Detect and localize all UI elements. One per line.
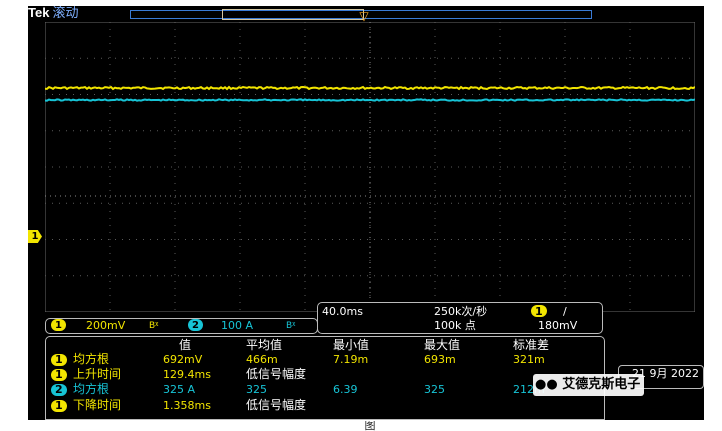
ch1-ground-marker-icon[interactable]: 1 xyxy=(28,230,42,243)
row1-std: 321m xyxy=(513,353,545,366)
ch1-waveform xyxy=(45,85,695,91)
row3-value: 325 A xyxy=(163,383,196,396)
sample-rate: 250k次/秒 xyxy=(434,305,488,318)
row1-min: 7.19m xyxy=(333,353,369,366)
status-bar: Tek 滚动 xyxy=(28,6,78,20)
ch2-scale: 100 A xyxy=(221,319,254,332)
row4-name: 下降时间 xyxy=(73,398,122,412)
row4-channel-badge: 1 xyxy=(51,400,67,412)
row2-value: 129.4ms xyxy=(163,368,211,381)
graticule xyxy=(45,22,695,312)
row3-min: 6.39 xyxy=(333,383,358,396)
row1-max: 693m xyxy=(424,353,456,366)
channel-readout[interactable]: 1 200mV Bᵡ 2 100 A Bᵡ xyxy=(45,318,318,334)
trigger-position-icon: ▽ xyxy=(359,9,369,23)
row1-channel-badge: 1 xyxy=(51,354,67,366)
row2-name: 上升时间 xyxy=(73,367,122,381)
row3-max: 325 xyxy=(424,383,445,396)
watermark-text: 艾德克斯电子 xyxy=(562,377,641,392)
acquisition-readout[interactable]: 40.0ms 250k次/秒 100k 点 1 / 180mV xyxy=(317,302,603,334)
row1-value: 692mV xyxy=(163,353,203,366)
record-length: 100k 点 xyxy=(434,319,476,332)
trigger-level: 180mV xyxy=(538,319,578,332)
ch2-badge[interactable]: 2 xyxy=(188,319,203,331)
row3-mean: 325 xyxy=(246,383,267,396)
ch1-bandwidth-icon: Bᵡ xyxy=(149,321,159,331)
header-min: 最小值 xyxy=(333,338,370,352)
row4-value: 1.358ms xyxy=(163,399,211,412)
row2-low-signal-note: 低信号幅度 xyxy=(246,367,307,381)
row3-name: 均方根 xyxy=(73,382,110,396)
trigger-slope-icon: / xyxy=(563,305,567,318)
ch2-waveform xyxy=(45,98,695,102)
header-value: 值 xyxy=(179,338,192,352)
row1-name: 均方根 xyxy=(73,352,110,366)
wechat-icon: ●● xyxy=(535,377,558,392)
row3-channel-badge: 2 xyxy=(51,384,67,396)
oscilloscope-screen: Tek 滚动 ▽ 1 1 200mV Bᵡ 2 100 A Bᵡ 40.0ms 2… xyxy=(28,6,704,420)
row4-low-signal-note: 低信号幅度 xyxy=(246,398,307,412)
header-mean: 平均值 xyxy=(246,338,283,352)
watermark: ●● 艾德克斯电子 xyxy=(533,374,645,396)
row1-mean: 466m xyxy=(246,353,278,366)
trigger-channel-badge: 1 xyxy=(531,305,547,318)
acquisition-mode: 滚动 xyxy=(52,6,79,21)
measurement-panel[interactable]: 值 平均值 最小值 最大值 标准差 1 均方根 692mV 466m 7.19m… xyxy=(45,336,605,420)
header-std: 标准差 xyxy=(513,338,550,352)
time-per-div: 40.0ms xyxy=(322,305,363,318)
ch1-badge[interactable]: 1 xyxy=(51,319,66,331)
ch2-bandwidth-icon: Bᵡ xyxy=(286,321,296,331)
ch1-scale: 200mV xyxy=(86,319,126,332)
header-max: 最大值 xyxy=(424,338,461,352)
figure-caption: 图 xyxy=(364,421,376,431)
row2-channel-badge: 1 xyxy=(51,369,67,381)
record-view-window xyxy=(222,9,364,20)
tek-logo: Tek xyxy=(28,6,50,20)
